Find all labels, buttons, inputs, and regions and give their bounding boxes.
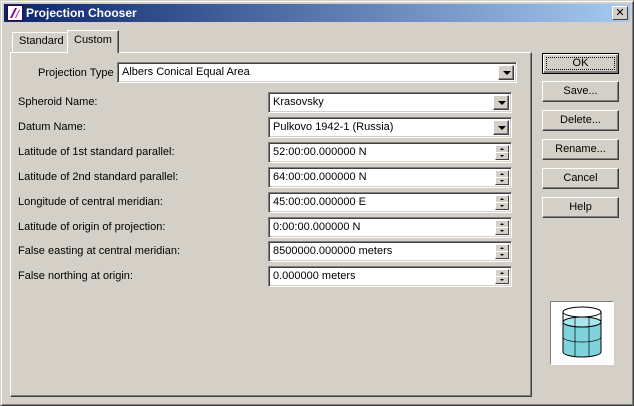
false-northing-input[interactable]: 0.000000 meters <box>268 266 512 287</box>
central-meridian-value: 45:00:00.000000 E <box>273 196 366 208</box>
app-icon <box>7 5 23 21</box>
chevron-down-icon[interactable] <box>498 65 514 80</box>
title-bar[interactable]: Projection Chooser ✕ <box>4 4 630 22</box>
close-button[interactable]: ✕ <box>612 6 628 20</box>
close-icon: ✕ <box>615 7 625 19</box>
lat-1st-parallel-input[interactable]: 52:00:00.000000 N <box>268 142 512 163</box>
false-northing-spinner[interactable] <box>495 269 509 284</box>
false-northing-label: False northing at origin: <box>18 270 133 282</box>
chevron-down-icon[interactable] <box>493 95 509 110</box>
spin-down-icon[interactable] <box>495 202 509 210</box>
ok-button[interactable]: OK <box>542 53 619 74</box>
focus-rect <box>546 57 615 70</box>
tab-standard-label: Standard <box>19 35 64 47</box>
lat-2nd-parallel-label: Latitude of 2nd standard parallel: <box>18 171 179 183</box>
spin-down-icon[interactable] <box>495 276 509 284</box>
delete-button[interactable]: Delete... <box>542 110 619 131</box>
spin-down-icon[interactable] <box>495 227 509 235</box>
datum-name-label: Datum Name: <box>18 121 86 133</box>
false-easting-value: 8500000.000000 meters <box>273 245 393 257</box>
conic-projection-preview-icon <box>551 302 613 364</box>
lat-2nd-parallel-value: 64:00:00.000000 N <box>273 171 367 183</box>
rename-button-label: Rename... <box>555 143 606 155</box>
projection-type-value: Albers Conical Equal Area <box>122 66 250 78</box>
central-meridian-input[interactable]: 45:00:00.000000 E <box>268 192 512 213</box>
projection-chooser-window: Projection Chooser ✕ Standard Custom Pro… <box>0 0 634 406</box>
projection-type-label: Projection Type : <box>38 67 120 79</box>
projection-preview <box>550 301 614 365</box>
tab-custom-label: Custom <box>74 34 112 46</box>
lat-origin-value: 0:00:00.000000 N <box>273 221 361 233</box>
spin-down-icon[interactable] <box>495 177 509 185</box>
false-easting-label: False easting at central meridian: <box>18 245 181 257</box>
spheroid-name-value: Krasovsky <box>273 96 324 108</box>
lat-origin-label: Latitude of origin of projection: <box>18 221 166 233</box>
save-button[interactable]: Save... <box>542 81 619 102</box>
lat-1st-parallel-spinner[interactable] <box>495 145 509 160</box>
rename-button[interactable]: Rename... <box>542 139 619 160</box>
spheroid-name-label: Spheroid Name: <box>18 96 98 108</box>
false-northing-value: 0.000000 meters <box>273 270 356 282</box>
custom-tab-panel: Projection Type : Albers Conical Equal A… <box>10 52 532 397</box>
chevron-down-icon[interactable] <box>493 120 509 135</box>
help-button[interactable]: Help <box>542 197 619 218</box>
central-meridian-spinner[interactable] <box>495 195 509 210</box>
datum-name-dropdown[interactable]: Pulkovo 1942-1 (Russia) <box>268 117 512 138</box>
tab-standard[interactable]: Standard <box>12 32 71 52</box>
window-title: Projection Chooser <box>26 6 137 20</box>
lat-2nd-parallel-input[interactable]: 64:00:00.000000 N <box>268 167 512 188</box>
false-easting-input[interactable]: 8500000.000000 meters <box>268 241 512 262</box>
delete-button-label: Delete... <box>560 114 601 126</box>
lat-origin-input[interactable]: 0:00:00.000000 N <box>268 217 512 238</box>
save-button-label: Save... <box>563 85 598 97</box>
cancel-button-label: Cancel <box>563 172 598 184</box>
false-easting-spinner[interactable] <box>495 244 509 259</box>
help-button-label: Help <box>569 201 592 213</box>
spin-down-icon[interactable] <box>495 251 509 259</box>
lat-origin-spinner[interactable] <box>495 220 509 235</box>
lat-1st-parallel-label: Latitude of 1st standard parallel: <box>18 146 175 158</box>
tab-custom[interactable]: Custom <box>67 30 119 53</box>
datum-name-value: Pulkovo 1942-1 (Russia) <box>273 121 394 133</box>
projection-type-dropdown[interactable]: Albers Conical Equal Area <box>117 62 517 83</box>
lat-1st-parallel-value: 52:00:00.000000 N <box>273 146 367 158</box>
lat-2nd-parallel-spinner[interactable] <box>495 170 509 185</box>
cancel-button[interactable]: Cancel <box>542 168 619 189</box>
spheroid-name-dropdown[interactable]: Krasovsky <box>268 92 512 113</box>
central-meridian-label: Longitude of central meridian: <box>18 196 163 208</box>
spin-down-icon[interactable] <box>495 152 509 160</box>
